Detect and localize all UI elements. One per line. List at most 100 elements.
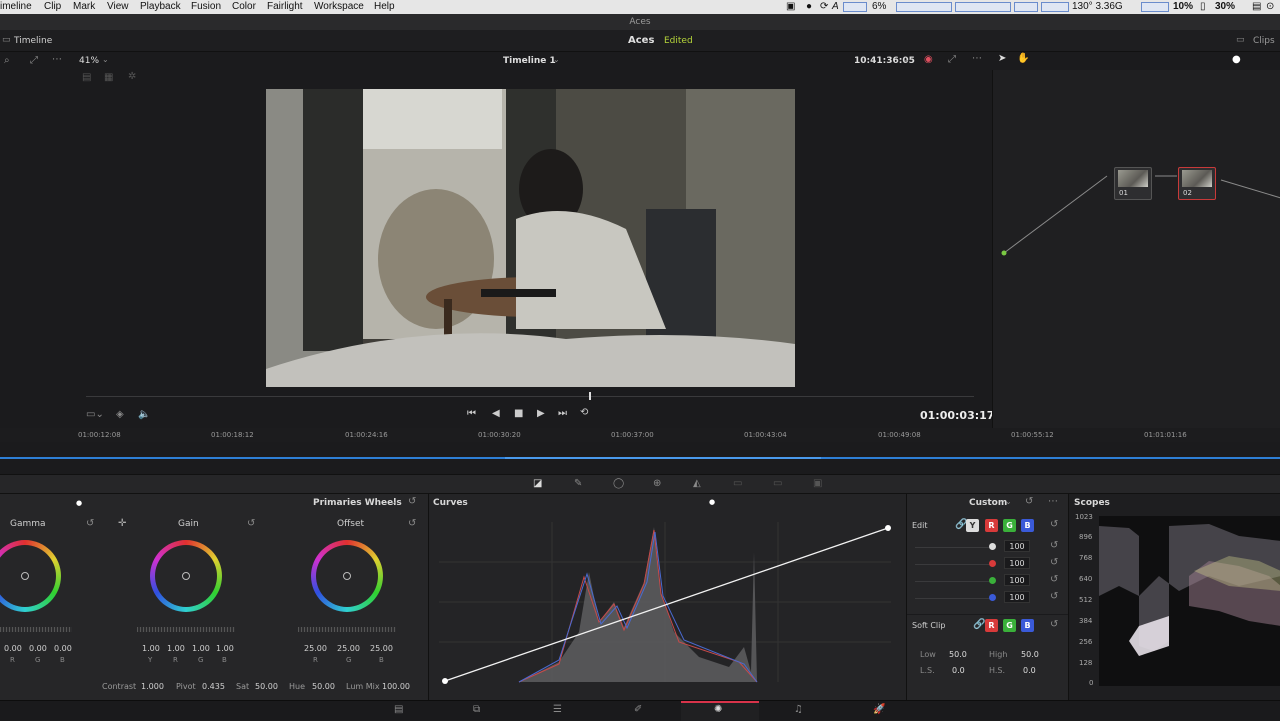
more-icon[interactable]: ⋯ [972,54,982,64]
media-page-icon[interactable]: ▤ [394,705,403,715]
r-intensity-slider[interactable] [915,564,989,565]
gain-b-value[interactable]: 1.00 [216,644,234,653]
clips-icon[interactable]: ▭ [1236,36,1245,45]
custom-mode-selector[interactable]: Custom [969,498,1007,508]
menu-view[interactable]: View [107,1,129,12]
gamma-master-slider[interactable] [0,627,72,632]
offset-b-value[interactable]: 25.00 [370,644,393,653]
blur-icon[interactable]: ◭ [693,479,701,489]
dot-icon[interactable]: ● [1232,55,1241,65]
menu-timeline[interactable]: imeline [0,1,32,12]
curve-graph[interactable] [439,522,891,684]
menu-color[interactable]: Color [232,1,256,12]
move-icon[interactable]: ✛ [118,519,126,529]
node-01[interactable]: 01 [1114,167,1152,200]
more-icon[interactable]: ⋯ [52,55,62,65]
reset-icon[interactable]: ↺ [86,519,94,529]
g-intensity-value[interactable]: 100 [1004,574,1030,586]
gain-g-value[interactable]: 1.00 [192,644,210,653]
wheels-mode-selector[interactable]: Primaries Wheels [313,498,402,508]
go-to-start-icon[interactable]: ⏮ [467,409,476,419]
loop-icon[interactable]: ⟲ [580,408,588,418]
reset-icon[interactable]: ↺ [408,497,416,507]
reset-icon[interactable]: ↺ [1050,558,1058,568]
chevron-down-icon[interactable]: ⌄ [1005,498,1012,506]
chevron-down-icon[interactable]: ⌄ [553,56,560,64]
y-intensity-value[interactable]: 100 [1004,540,1030,552]
more-icon[interactable]: ⋯ [1048,497,1058,507]
edit-page-icon[interactable]: ☰ [553,705,562,715]
r-intensity-value[interactable]: 100 [1004,557,1030,569]
tracker-icon[interactable]: ⊕ [653,479,661,489]
node-02[interactable]: 02 [1178,167,1216,200]
timeline-tab[interactable]: Timeline [14,36,52,46]
sync-icon[interactable]: ⟳ [820,1,828,12]
scrub-bar[interactable] [86,396,974,397]
cut-page-icon[interactable]: ⧉ [473,705,480,715]
gamma-wheel[interactable] [0,540,61,612]
b-channel-button[interactable]: B [1021,519,1034,532]
low-value[interactable]: 50.0 [949,650,967,659]
gamma-wheel-handle[interactable] [21,572,29,580]
r-softclip-button[interactable]: R [985,619,998,632]
volume-icon[interactable]: 🔈 [138,410,150,420]
menu-clip[interactable]: Clip [44,1,61,12]
offset-wheel-handle[interactable] [343,572,351,580]
hue-value[interactable]: 50.00 [312,682,335,691]
stop-icon[interactable]: ■ [514,409,523,419]
y-channel-button[interactable]: Y [966,519,979,532]
ls-value[interactable]: 0.0 [952,666,965,675]
zoom-level[interactable]: 41% [79,56,99,66]
r-channel-button[interactable]: R [985,519,998,532]
play-icon[interactable]: ▶ [537,409,545,419]
chevron-down-icon[interactable]: ⌄ [903,56,910,64]
layers-icon[interactable]: ◈ [116,410,124,420]
gamma-r-value[interactable]: 0.00 [4,644,22,653]
y-intensity-slider[interactable] [915,547,989,548]
image-wipe-icon[interactable]: ▤ [82,73,91,83]
chevron-down-icon[interactable]: ⌄ [390,498,397,506]
key-icon[interactable]: ▭ [733,479,742,489]
hs-value[interactable]: 0.0 [1023,666,1036,675]
reset-icon[interactable]: ↺ [247,519,255,529]
timeline-icon[interactable]: ▭ [2,36,11,45]
timeline-selector[interactable]: Timeline 1 [503,56,556,66]
offset-master-slider[interactable] [298,627,396,632]
menu-workspace[interactable]: Workspace [314,1,364,12]
gamma-b-value[interactable]: 0.00 [54,644,72,653]
pivot-value[interactable]: 0.435 [202,682,225,691]
clips-button[interactable]: Clips [1253,36,1275,46]
b-softclip-button[interactable]: B [1021,619,1034,632]
expand-icon[interactable]: ⤢ [30,56,38,66]
record-icon[interactable]: ● [806,1,812,12]
menu-help[interactable]: Help [374,1,395,12]
chevron-down-icon[interactable]: ⌄ [102,56,109,64]
window-icon[interactable]: ◯ [613,479,624,489]
color-picker-icon[interactable]: ◉ [924,55,933,65]
timeline-ruler[interactable]: 01:00:12:08 01:00:18:12 01:00:24:16 01:0… [0,428,1280,442]
page-dot-icon[interactable]: ● [709,498,715,506]
qualifier-icon[interactable]: ✎ [574,479,582,489]
view-options-icon[interactable]: ▭⌄ [86,410,104,420]
contrast-value[interactable]: 1.000 [141,682,164,691]
color-page-icon[interactable]: ✺ [714,705,722,715]
g-intensity-slider[interactable] [915,581,989,582]
pointer-icon[interactable]: ➤ [998,54,1006,64]
gain-wheel-handle[interactable] [182,572,190,580]
b-intensity-slider[interactable] [915,598,989,599]
magic-icon[interactable]: ✲ [128,72,136,82]
offset-r-value[interactable]: 25.00 [304,644,327,653]
spotlight-icon[interactable]: ⊙ [1266,1,1274,12]
menu-mark[interactable]: Mark [73,1,95,12]
page-dot-icon[interactable]: ● [76,499,82,507]
sizing-icon[interactable]: ▭ [773,479,782,489]
mini-timeline[interactable] [0,442,1280,474]
lum-mix-value[interactable]: 100.00 [382,682,410,691]
reset-icon[interactable]: ↺ [1050,575,1058,585]
screen-icon[interactable]: ▣ [786,1,795,12]
reset-icon[interactable]: ↺ [1050,520,1058,530]
reset-icon[interactable]: ↺ [408,519,416,529]
split-screen-icon[interactable]: ▦ [104,73,113,83]
menu-fairlight[interactable]: Fairlight [267,1,303,12]
menu-fusion[interactable]: Fusion [191,1,221,12]
